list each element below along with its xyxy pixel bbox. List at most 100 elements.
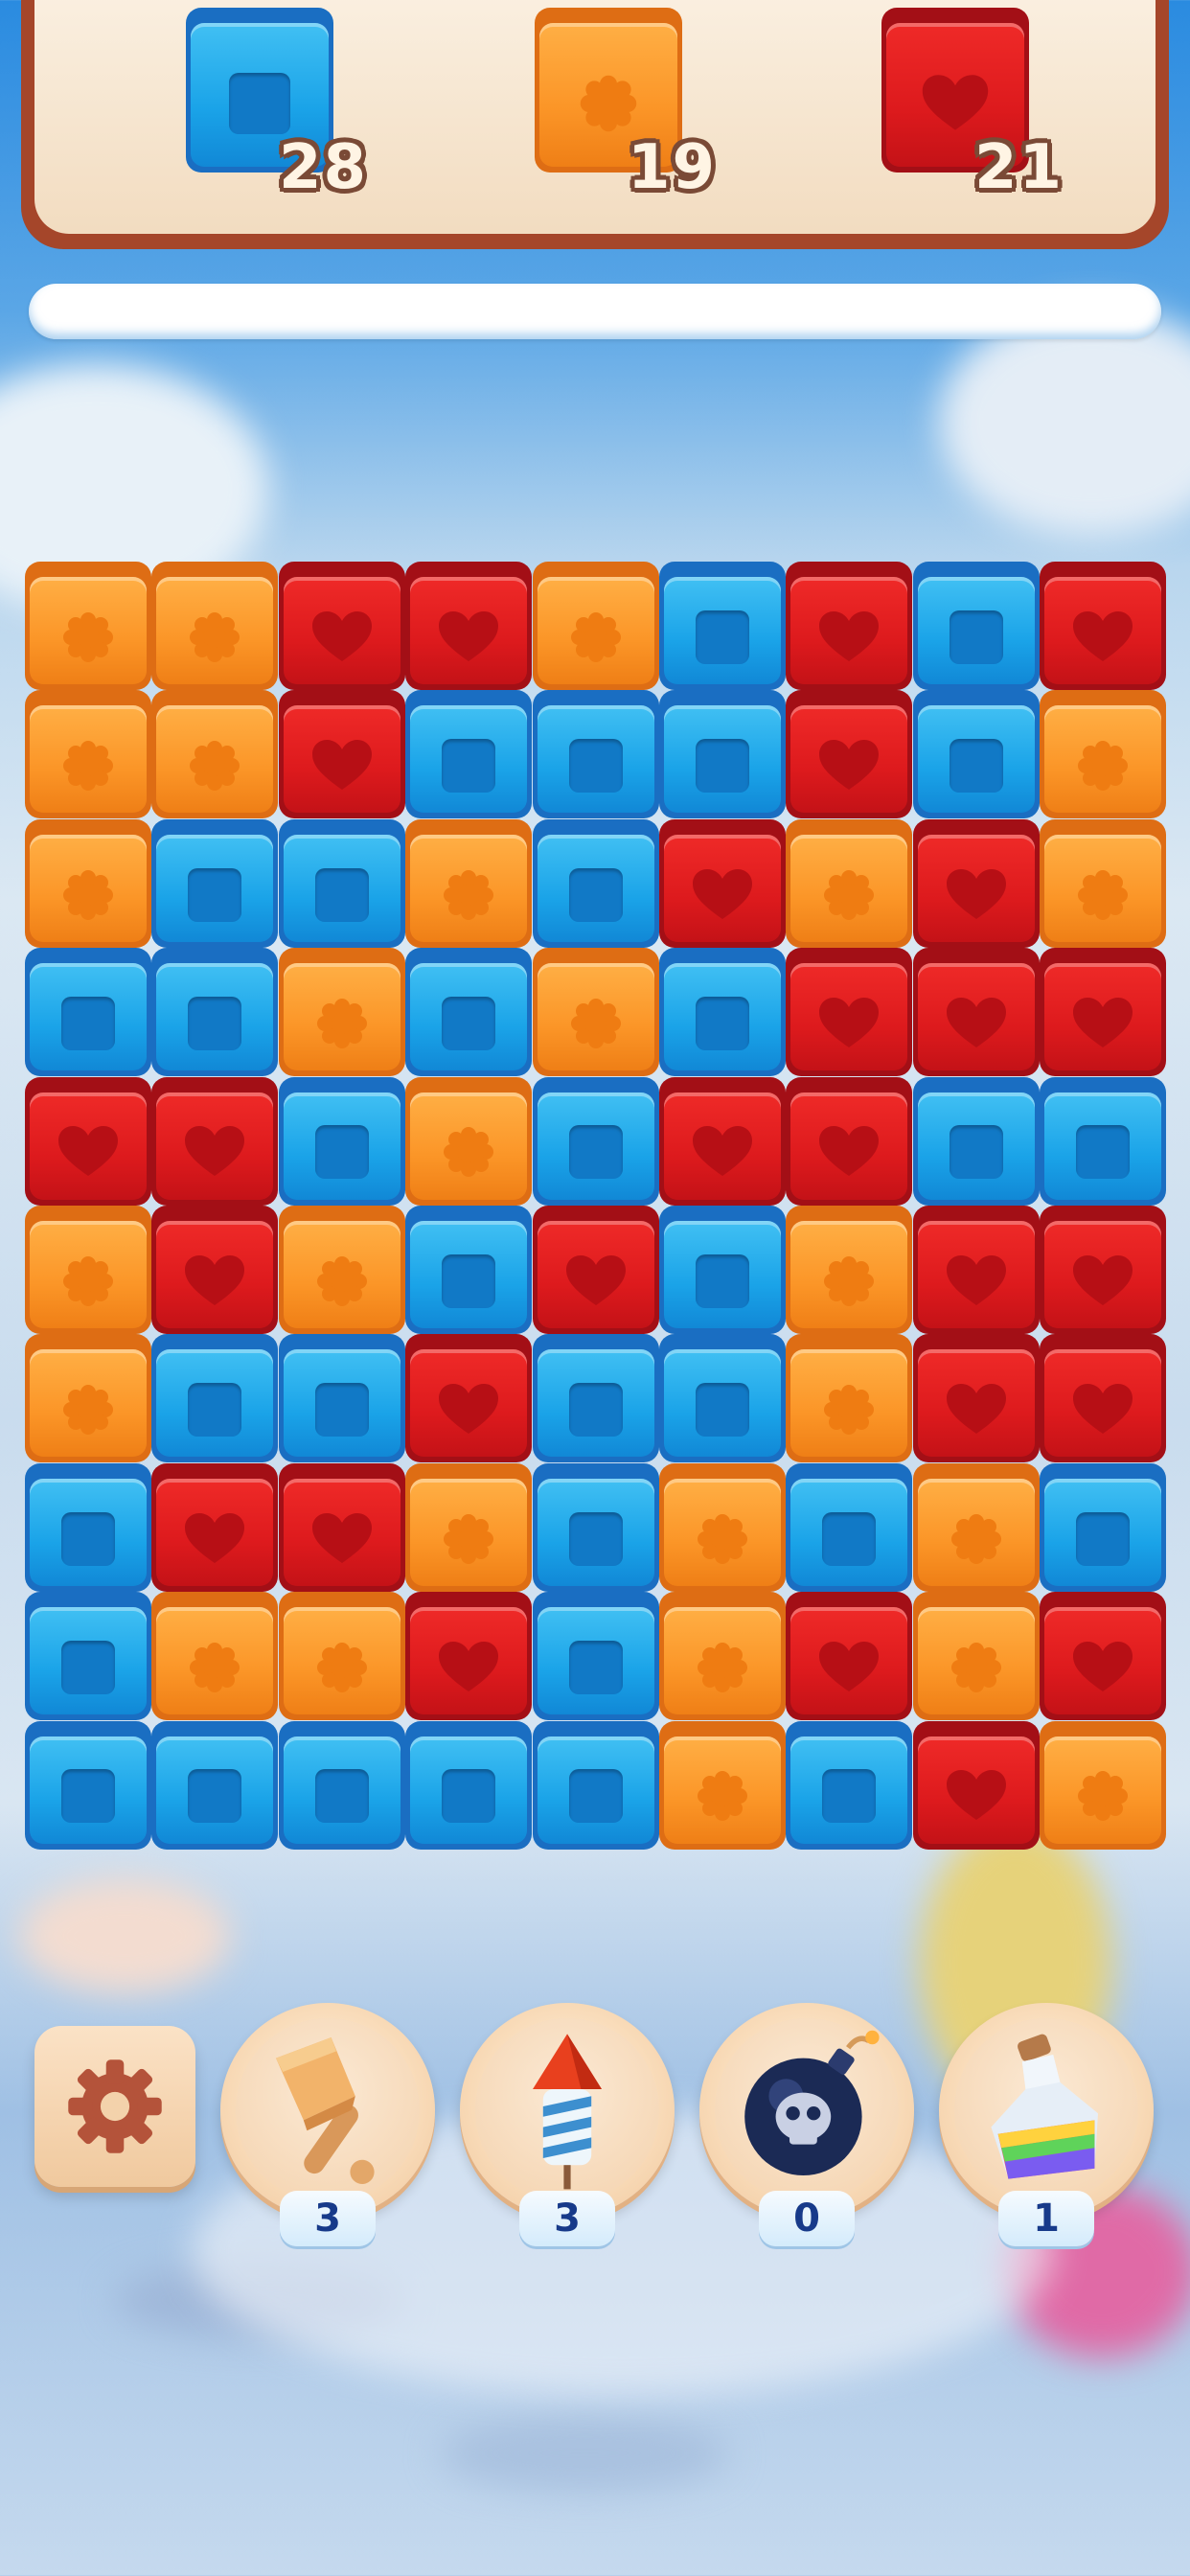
block-blue[interactable]: [151, 948, 279, 1077]
block-blue[interactable]: [659, 1206, 786, 1334]
block-orange[interactable]: [405, 1076, 533, 1206]
block-blue[interactable]: [532, 690, 659, 819]
settings-button[interactable]: [34, 2026, 195, 2187]
block-blue[interactable]: [1040, 1462, 1167, 1592]
block-orange[interactable]: [1040, 1720, 1167, 1850]
block-orange[interactable]: [912, 1592, 1040, 1721]
block-orange[interactable]: [532, 948, 659, 1077]
block-red[interactable]: [1040, 1334, 1167, 1463]
block-orange[interactable]: [1040, 818, 1167, 948]
block-blue[interactable]: [659, 1334, 786, 1463]
block-orange[interactable]: [25, 562, 151, 690]
block-blue[interactable]: [405, 948, 533, 1077]
block-blue[interactable]: [912, 690, 1040, 819]
block-blue[interactable]: [25, 1462, 151, 1592]
block-red[interactable]: [912, 818, 1040, 948]
block-red[interactable]: [151, 1462, 279, 1592]
block-orange[interactable]: [151, 690, 279, 819]
goal-blue-count: 28: [278, 132, 368, 203]
block-blue[interactable]: [151, 1720, 279, 1850]
heart-icon: [693, 868, 752, 919]
booster-potion[interactable]: 1: [939, 2003, 1154, 2246]
block-orange[interactable]: [786, 1334, 913, 1463]
block-orange[interactable]: [278, 948, 405, 1077]
square-icon: [314, 1125, 369, 1180]
block-blue[interactable]: [532, 1076, 659, 1206]
block-red[interactable]: [151, 1206, 279, 1334]
block-red[interactable]: [659, 818, 786, 948]
block-blue[interactable]: [532, 1720, 659, 1850]
block-orange[interactable]: [659, 1592, 786, 1721]
block-orange[interactable]: [659, 1462, 786, 1592]
block-red[interactable]: [786, 948, 913, 1077]
block-blue[interactable]: [278, 818, 405, 948]
block-red[interactable]: [1040, 948, 1167, 1077]
block-orange[interactable]: [1040, 690, 1167, 819]
block-blue[interactable]: [532, 1592, 659, 1721]
block-blue[interactable]: [151, 818, 279, 948]
block-blue[interactable]: [532, 1462, 659, 1592]
block-red[interactable]: [278, 1462, 405, 1592]
block-blue[interactable]: [405, 1206, 533, 1334]
block-red[interactable]: [1040, 1206, 1167, 1334]
block-orange[interactable]: [151, 562, 279, 690]
block-red[interactable]: [786, 690, 913, 819]
block-blue[interactable]: [278, 1076, 405, 1206]
block-orange[interactable]: [912, 1462, 1040, 1592]
block-orange[interactable]: [405, 1462, 533, 1592]
block-blue[interactable]: [912, 562, 1040, 690]
booster-hammer[interactable]: 3: [220, 2003, 435, 2246]
block-red[interactable]: [912, 1334, 1040, 1463]
block-orange[interactable]: [25, 1334, 151, 1463]
booster-bomb[interactable]: 0: [699, 2003, 914, 2246]
block-blue[interactable]: [659, 948, 786, 1077]
game-board[interactable]: [25, 562, 1167, 1850]
block-red[interactable]: [786, 1076, 913, 1206]
block-orange[interactable]: [786, 1206, 913, 1334]
block-blue[interactable]: [278, 1720, 405, 1850]
block-orange[interactable]: [532, 562, 659, 690]
block-red[interactable]: [405, 562, 533, 690]
block-red[interactable]: [659, 1076, 786, 1206]
booster-rocket[interactable]: 3: [460, 2003, 675, 2246]
block-red[interactable]: [912, 948, 1040, 1077]
block-red[interactable]: [786, 562, 913, 690]
goals-panel-inner: 28 19 21: [34, 0, 1156, 234]
block-orange[interactable]: [659, 1720, 786, 1850]
block-blue[interactable]: [25, 1720, 151, 1850]
block-orange[interactable]: [786, 818, 913, 948]
block-orange[interactable]: [405, 818, 533, 948]
block-blue[interactable]: [405, 690, 533, 819]
block-red[interactable]: [278, 690, 405, 819]
block-red[interactable]: [405, 1592, 533, 1721]
block-blue[interactable]: [659, 690, 786, 819]
block-blue[interactable]: [1040, 1076, 1167, 1206]
block-red[interactable]: [278, 562, 405, 690]
block-blue[interactable]: [532, 818, 659, 948]
block-orange[interactable]: [25, 1206, 151, 1334]
block-blue[interactable]: [278, 1334, 405, 1463]
block-blue[interactable]: [786, 1720, 913, 1850]
block-blue[interactable]: [405, 1720, 533, 1850]
block-red[interactable]: [405, 1334, 533, 1463]
block-blue[interactable]: [25, 948, 151, 1077]
block-blue[interactable]: [532, 1334, 659, 1463]
block-red[interactable]: [25, 1076, 151, 1206]
block-red[interactable]: [912, 1720, 1040, 1850]
block-orange[interactable]: [278, 1206, 405, 1334]
block-red[interactable]: [151, 1076, 279, 1206]
block-red[interactable]: [1040, 1592, 1167, 1721]
block-red[interactable]: [786, 1592, 913, 1721]
block-orange[interactable]: [278, 1592, 405, 1721]
block-blue[interactable]: [151, 1334, 279, 1463]
block-orange[interactable]: [151, 1592, 279, 1721]
block-blue[interactable]: [912, 1076, 1040, 1206]
block-blue[interactable]: [786, 1462, 913, 1592]
block-orange[interactable]: [25, 690, 151, 819]
block-orange[interactable]: [25, 818, 151, 948]
block-blue[interactable]: [659, 562, 786, 690]
block-red[interactable]: [1040, 562, 1167, 690]
block-blue[interactable]: [25, 1592, 151, 1721]
block-red[interactable]: [532, 1206, 659, 1334]
block-red[interactable]: [912, 1206, 1040, 1334]
